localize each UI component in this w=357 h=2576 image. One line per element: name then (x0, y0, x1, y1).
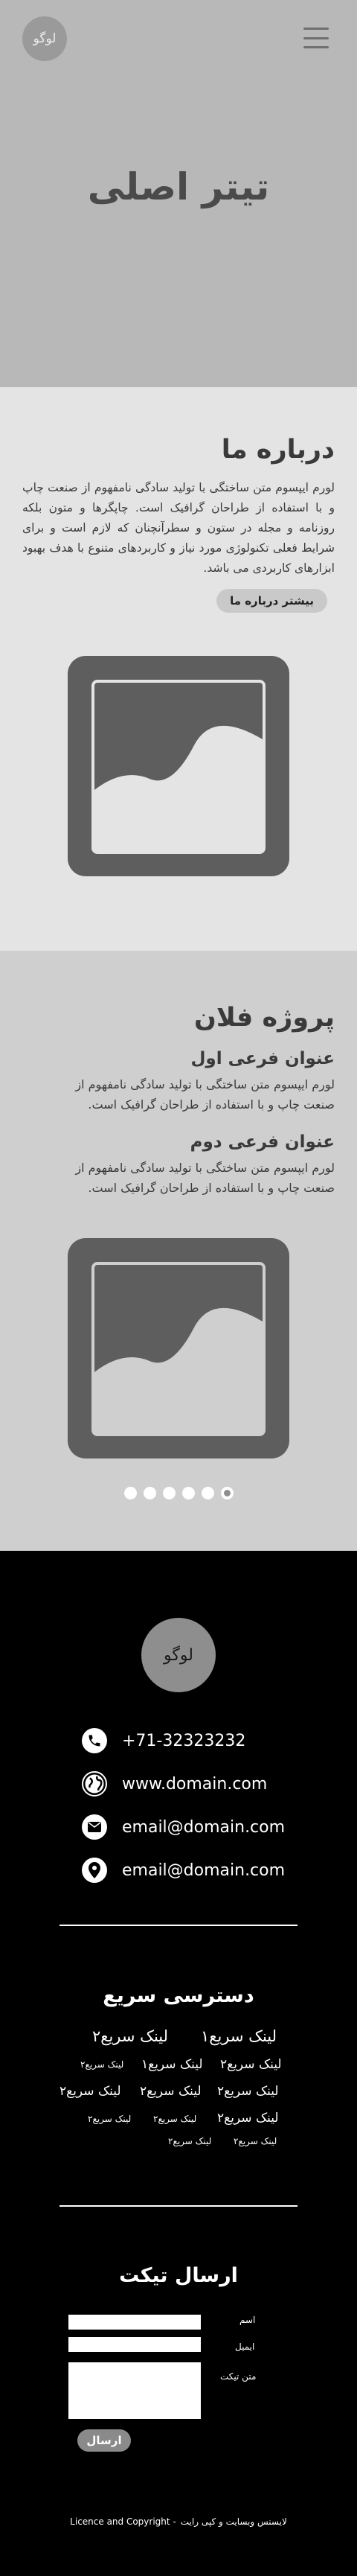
location-icon (82, 1858, 107, 1883)
hamburger-line (303, 28, 329, 30)
slider-dot[interactable] (143, 1487, 156, 1499)
hero-title: تیتر اصلی (87, 165, 270, 208)
send-ticket-button[interactable]: ارسال (77, 2429, 131, 2452)
quick-link[interactable]: لینک سریع۱ (141, 2057, 203, 2072)
phone-icon (82, 1728, 107, 1753)
footer-divider (60, 1925, 298, 1926)
email-input[interactable] (68, 2337, 201, 2352)
quick-link[interactable]: لینک سریع۲ (217, 2111, 279, 2126)
contact-text: +71-32323232 (122, 1731, 246, 1750)
footer-divider (60, 2205, 298, 2207)
slider-dot[interactable] (162, 1487, 176, 1499)
ticket-form-title: ارسال تیکت (119, 2264, 238, 2287)
message-label: متن تیکت (220, 2371, 257, 2382)
hero-section: لوگو تیتر اصلی (0, 0, 357, 387)
quick-link[interactable]: لینک سریع۱ (201, 2027, 277, 2045)
quick-link[interactable]: لینک سریع۲ (88, 2114, 131, 2124)
project-text-2: لورم ایپسوم متن ساختگی با تولید سادگی نا… (75, 1161, 335, 1195)
about-more-button[interactable]: بیشتر درباره ما (216, 589, 327, 613)
message-textarea[interactable] (68, 2362, 201, 2419)
hamburger-line (303, 36, 329, 39)
contact-text: www.domain.com (122, 1774, 268, 1794)
footer-logo[interactable]: لوگو (141, 1618, 216, 1692)
contact-website[interactable]: www.domain.com (82, 1771, 267, 1796)
footer: لوگو +71-32323232 www.domain.com email@d… (0, 1551, 357, 2576)
quick-link[interactable]: لینک سریع۲ (92, 2027, 168, 2045)
quick-link[interactable]: لینک سریع۲ (168, 2136, 211, 2146)
project-title: پروژه فلان (193, 1003, 335, 1033)
project-text-1: لورم ایپسوم متن ساختگی با تولید سادگی نا… (75, 1077, 335, 1112)
quick-link[interactable]: لینک سریع۲ (217, 2084, 279, 2099)
about-image-placeholder (68, 656, 289, 876)
slider-dot[interactable] (181, 1487, 195, 1499)
contact-address[interactable]: email@domain.com (82, 1858, 285, 1883)
quick-link[interactable]: لینک سریع۲ (220, 2057, 282, 2072)
hamburger-menu-icon[interactable] (303, 28, 329, 48)
slider-dot-active[interactable] (220, 1487, 234, 1499)
about-text: لورم ایپسوم متن ساختگی با تولید سادگی نا… (22, 481, 335, 575)
quick-link[interactable]: لینک سریع۲ (60, 2084, 121, 2099)
globe-icon (82, 1771, 107, 1796)
slider-dot[interactable] (201, 1487, 214, 1499)
project-section: پروژه فلان عنوان فرعی اول لورم ایپسوم مت… (0, 951, 357, 1551)
quick-access-title: دسترسی سریع (103, 1984, 254, 2007)
name-input[interactable] (68, 2315, 201, 2330)
copyright: لایسنس وبسایت و کپی رایت Licence and Cop… (0, 2516, 357, 2527)
email-label: ایمیل (235, 2341, 255, 2352)
quick-link[interactable]: لینک سریع۲ (140, 2084, 202, 2099)
header-logo[interactable]: لوگو (22, 16, 67, 61)
mail-icon (82, 1814, 107, 1840)
slider-dots (22, 1487, 335, 1499)
project-subtitle-2: عنوان فرعی دوم (190, 1132, 335, 1152)
contact-email[interactable]: email@domain.com (82, 1814, 285, 1840)
contact-text: email@domain.com (122, 1861, 286, 1880)
project-subtitle-1: عنوان فرعی اول (190, 1049, 335, 1068)
image-icon (91, 680, 266, 854)
contact-phone[interactable]: +71-32323232 (82, 1728, 245, 1753)
copyright-en: Licence and Copyright - (70, 2516, 176, 2527)
quick-link[interactable]: لینک سریع۲ (153, 2114, 196, 2124)
project-image-placeholder (68, 1238, 289, 1458)
copyright-fa: لایسنس وبسایت و کپی رایت (180, 2516, 287, 2527)
about-title: درباره ما (221, 435, 335, 465)
quick-link[interactable]: لینک سریع۲ (234, 2136, 277, 2146)
name-label: اسم (239, 2315, 256, 2325)
image-icon (91, 1262, 266, 1436)
contact-text: email@domain.com (122, 1817, 286, 1837)
quick-link[interactable]: لینک سریع۲ (80, 2059, 123, 2070)
hamburger-line (303, 46, 329, 48)
slider-dot[interactable] (123, 1487, 137, 1499)
about-section: درباره ما لورم ایپسوم متن ساختگی با تولی… (0, 387, 357, 951)
